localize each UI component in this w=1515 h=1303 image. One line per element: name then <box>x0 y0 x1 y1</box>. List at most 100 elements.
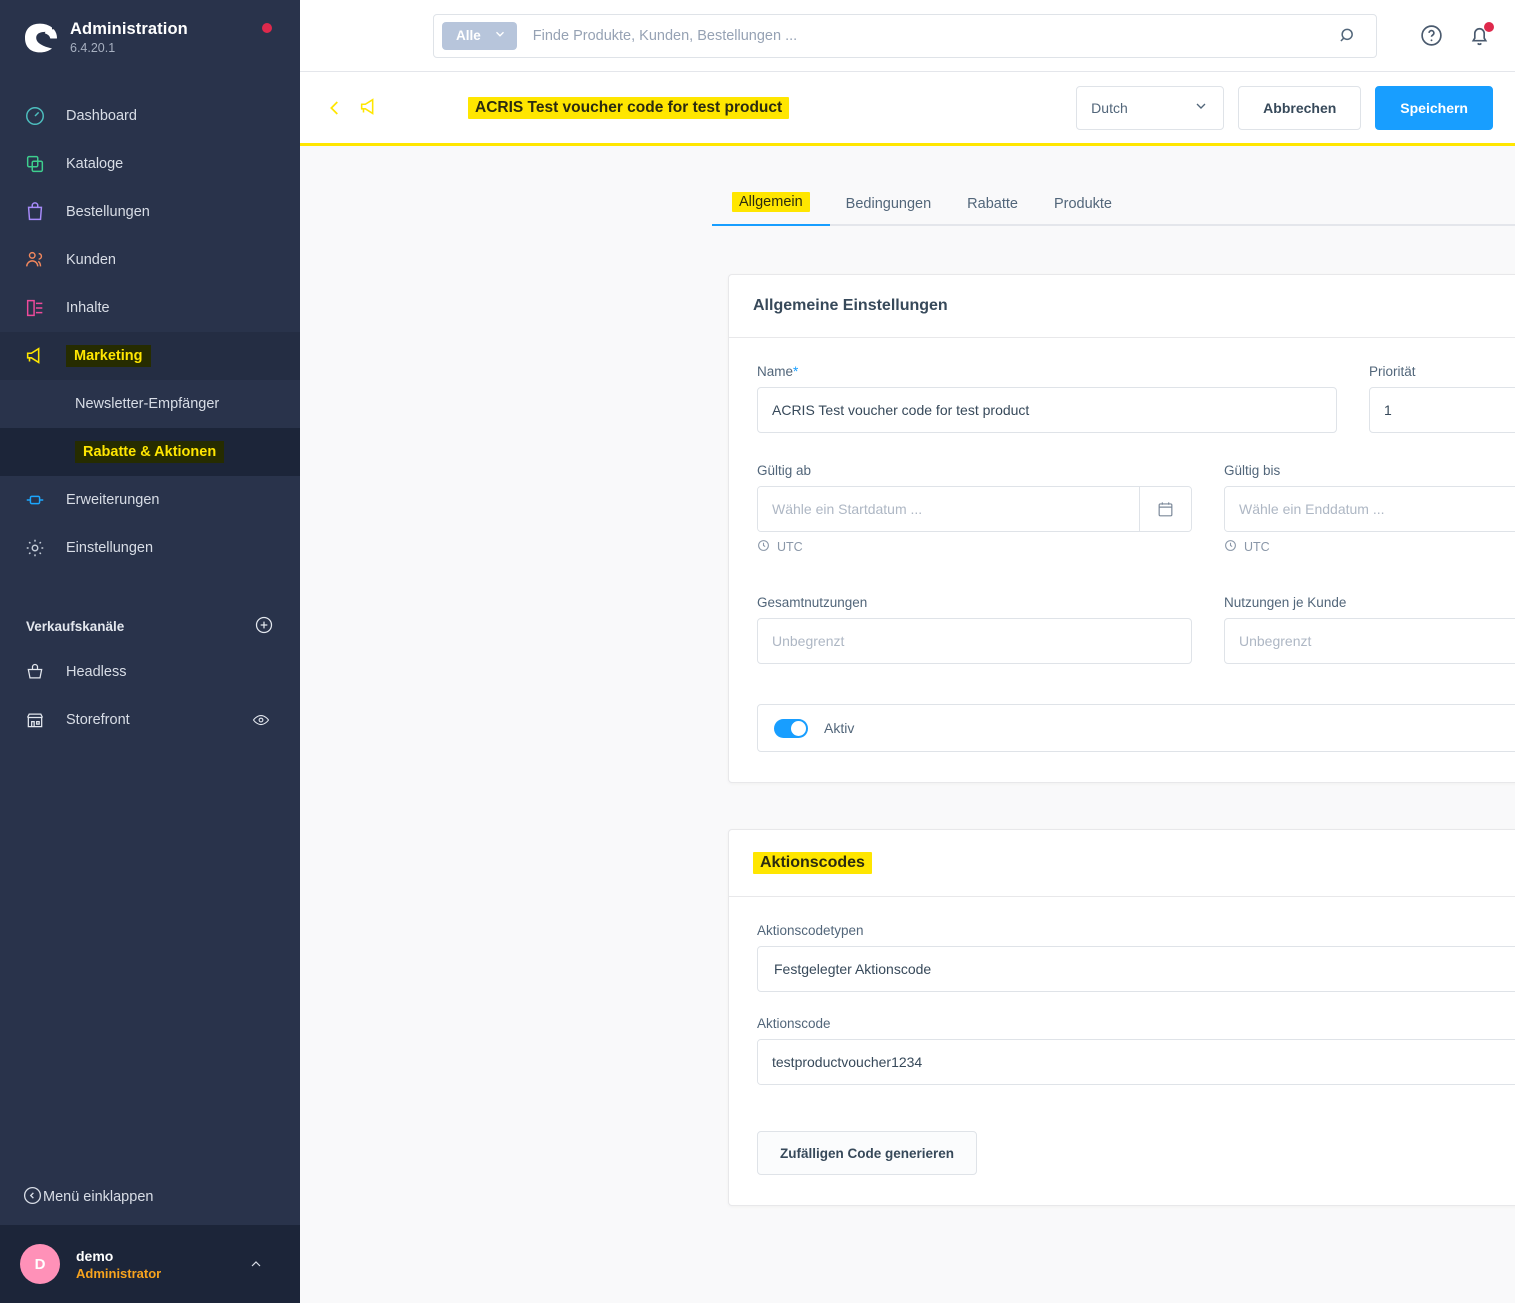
sidebar-version: 6.4.20.1 <box>70 41 116 56</box>
global-search[interactable]: Alle <box>433 13 1377 58</box>
app-root: Administration 6.4.20.1 Dashboard Katalo… <box>0 0 1515 1303</box>
sidebar-nav: Dashboard Kataloge Bestellungen Kunden I… <box>0 92 300 744</box>
clock-icon <box>1224 539 1237 555</box>
sidebar-item-einstellungen[interactable]: Einstellungen <box>0 524 300 572</box>
avatar: D <box>20 1244 60 1284</box>
save-button[interactable]: Speichern <box>1375 85 1493 130</box>
collapse-left-icon <box>22 1185 43 1210</box>
sidebar-item-label: Einstellungen <box>66 540 154 556</box>
sidebar-subitem-rabatte-aktionen[interactable]: Rabatte & Aktionen <box>0 428 300 476</box>
valid-from-group: Gültig ab Wähle ein Startdatum ... UTC <box>757 463 1192 555</box>
total-uses-input[interactable] <box>757 618 1192 664</box>
tab-label: Produkte <box>1053 196 1112 212</box>
valid-from-input-group[interactable] <box>757 486 1192 532</box>
cancel-button[interactable]: Abbrechen <box>1238 85 1362 130</box>
language-select-value: Dutch <box>1091 99 1128 116</box>
bell-icon[interactable] <box>1467 21 1494 49</box>
search-input[interactable] <box>516 27 1338 44</box>
timezone-label: UTC <box>1244 540 1270 554</box>
sidebar-collapse-label: Menü einklappen <box>43 1189 154 1205</box>
tab-label: Bedingungen <box>845 196 932 212</box>
code-input-group[interactable] <box>757 1039 1515 1085</box>
card-header: Aktionscodes <box>729 830 1515 897</box>
plus-circle-icon[interactable] <box>254 615 274 638</box>
customers-icon <box>22 247 48 273</box>
content-icon <box>22 295 48 321</box>
sidebar-subitem-newsletter-empfaenger[interactable]: Newsletter-Empfänger <box>0 380 300 428</box>
eye-icon[interactable] <box>252 711 270 729</box>
uses-per-customer-group: Nutzungen je Kunde <box>1224 595 1515 664</box>
sidebar-subitem-label: Rabatte & Aktionen <box>75 441 225 463</box>
tab-bedingungen[interactable]: Bedingungen <box>842 196 935 224</box>
priority-label: Priorität <box>1369 364 1416 379</box>
code-type-label: Aktionscodetypen <box>757 923 864 938</box>
sidebar-item-kataloge[interactable]: Kataloge <box>0 140 300 188</box>
sidebar-item-erweiterungen[interactable]: Erweiterungen <box>0 476 300 524</box>
sidebar-item-label: Inhalte <box>66 300 110 316</box>
valid-to-input-group[interactable] <box>1224 486 1515 532</box>
sidebar-item-label: Bestellungen <box>66 204 150 220</box>
shopware-logo-icon <box>22 20 58 56</box>
page-header-actions: Dutch Abbrechen Speichern <box>1076 85 1493 130</box>
sidebar-title: Administration <box>70 20 188 39</box>
sidebar-channel-label: Headless <box>66 664 127 680</box>
tab-rabatte[interactable]: Rabatte <box>963 196 1022 224</box>
question-circle-icon[interactable] <box>1419 23 1445 49</box>
card-body: Name* Priorität Gültig ab <box>729 338 1515 782</box>
promotion-codes-card: Aktionscodes Aktionscodetypen Festgelegt… <box>728 829 1515 1206</box>
code-type-select[interactable]: Festgelegter Aktionscode <box>757 946 1515 992</box>
valid-from-timezone: UTC <box>757 539 1192 555</box>
name-field-group: Name* <box>757 364 1337 433</box>
uses-per-customer-input[interactable] <box>1224 618 1515 664</box>
code-input[interactable] <box>758 1040 1515 1084</box>
language-select[interactable]: Dutch <box>1076 85 1225 130</box>
total-uses-group: Gesamtnutzungen <box>757 595 1192 664</box>
basket-icon <box>22 659 48 685</box>
topbar-icons <box>1419 21 1494 49</box>
search-icon[interactable] <box>1338 26 1358 46</box>
search-scope-selector[interactable]: Alle <box>442 21 517 50</box>
sidebar-item-label: Kunden <box>66 252 116 268</box>
calendar-icon[interactable] <box>1139 487 1191 531</box>
sidebar-channel-storefront[interactable]: Storefront <box>0 696 300 744</box>
sidebar-collapse-button[interactable]: Menü einklappen <box>0 1169 300 1225</box>
valid-to-label: Gültig bis <box>1224 463 1281 478</box>
active-toggle-switch[interactable] <box>774 718 808 738</box>
code-type-group: Aktionscodetypen Festgelegter Aktionscod… <box>757 923 1515 992</box>
orders-bag-icon <box>22 199 48 225</box>
tab-produkte[interactable]: Produkte <box>1050 196 1116 224</box>
sidebar-channel-label: Storefront <box>66 712 130 728</box>
sidebar-item-label: Dashboard <box>66 108 137 124</box>
name-input[interactable] <box>757 387 1337 433</box>
tab-allgemein[interactable]: Allgemein <box>712 192 830 226</box>
sidebar-item-dashboard[interactable]: Dashboard <box>0 92 300 140</box>
user-name: demo <box>76 1247 114 1264</box>
chevron-down-icon <box>493 27 507 44</box>
usage-row: Gesamtnutzungen Nutzungen je Kunde <box>757 595 1515 686</box>
chevron-up-icon[interactable] <box>248 1256 264 1277</box>
sidebar-item-kunden[interactable]: Kunden <box>0 236 300 284</box>
sidebar-user[interactable]: D demo Administrator <box>0 1225 300 1303</box>
catalog-icon <box>22 151 48 177</box>
chevron-left-icon[interactable] <box>324 97 346 119</box>
content-container: Allgemein Bedingungen Rabatte Produkte A… <box>712 168 1515 1206</box>
sidebar-item-bestellungen[interactable]: Bestellungen <box>0 188 300 236</box>
active-toggle-row[interactable]: Aktiv <box>757 704 1515 752</box>
sidebar-item-label: Erweiterungen <box>66 492 160 508</box>
name-label: Name* <box>757 364 1337 379</box>
priority-input[interactable] <box>1369 387 1515 433</box>
page-content: Allgemein Bedingungen Rabatte Produkte A… <box>300 146 1515 1303</box>
sidebar-channel-headless[interactable]: Headless <box>0 648 300 696</box>
valid-from-input[interactable] <box>758 487 1139 531</box>
generate-random-code-button[interactable]: Zufälligen Code generieren <box>757 1131 978 1175</box>
sidebar-item-marketing[interactable]: Marketing <box>0 332 300 380</box>
sidebar-brand[interactable]: Administration 6.4.20.1 <box>0 0 300 70</box>
sales-channels-title: Verkaufskanäle <box>26 618 125 634</box>
card-title-text: Aktionscodes <box>753 852 872 874</box>
sidebar-item-inhalte[interactable]: Inhalte <box>0 284 300 332</box>
megaphone-icon <box>22 343 48 369</box>
valid-to-input[interactable] <box>1225 487 1515 531</box>
general-settings-card: Allgemeine Einstellungen Name* Pri <box>728 274 1515 783</box>
clock-icon <box>757 539 770 555</box>
search-scope-label: Alle <box>456 28 481 43</box>
